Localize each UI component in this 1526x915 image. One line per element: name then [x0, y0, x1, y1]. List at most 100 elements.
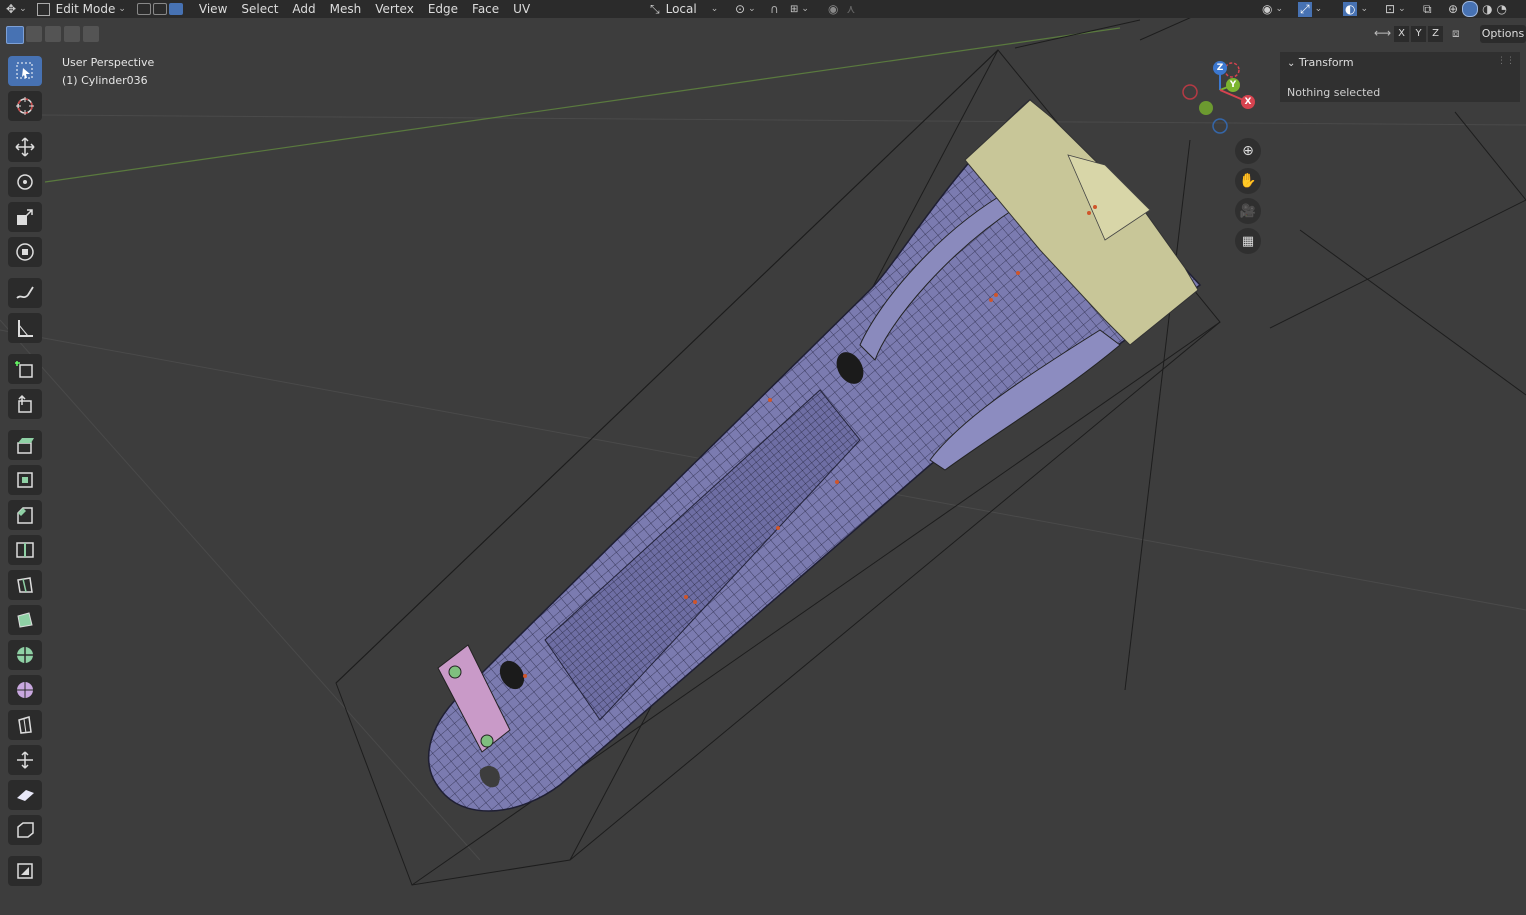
shear-icon: [17, 790, 34, 801]
poly-build-tool[interactable]: [8, 605, 42, 635]
select-difference-button[interactable]: [64, 26, 80, 42]
magnet-icon: ∩: [770, 2, 779, 16]
snap-toggle[interactable]: ∩: [770, 0, 779, 18]
pan-button[interactable]: ✋: [1235, 168, 1261, 194]
transform-tool[interactable]: [8, 237, 42, 267]
xray-icon: ⧉: [1423, 1, 1432, 16]
shading-buttons: ⊕ ◑ ◔: [1446, 0, 1509, 18]
rotate-tool[interactable]: [8, 167, 42, 197]
extrude-region-tool[interactable]: [8, 430, 42, 460]
move-icon: [15, 137, 35, 157]
visibility-dropdown[interactable]: ◉ ⌄: [1262, 0, 1283, 18]
face-select-icon[interactable]: [168, 3, 183, 15]
gizmo-x-label[interactable]: X: [1241, 95, 1255, 109]
rip-region-icon: [17, 822, 34, 838]
loop-cut-tool[interactable]: [8, 535, 42, 565]
snap-target-dropdown[interactable]: ⊞ ⌄: [790, 0, 809, 18]
edge-select-icon[interactable]: [152, 3, 167, 15]
overlay-toggle[interactable]: ◐ ⌄: [1343, 0, 1368, 18]
shear-tool[interactable]: [8, 780, 42, 810]
add-object-tool[interactable]: [8, 856, 42, 886]
knife-tool[interactable]: [8, 570, 42, 600]
select-subtract-button[interactable]: [45, 26, 61, 42]
select-box-tool[interactable]: [8, 56, 42, 86]
select-mode-buttons: [136, 0, 184, 18]
chevron-down-icon: ⌄: [1275, 4, 1284, 14]
knife-icon: [17, 577, 33, 593]
scale-icon: [17, 209, 33, 225]
camera-view-button[interactable]: 🎥: [1235, 198, 1261, 224]
extrude-manifold-icon: [18, 394, 32, 413]
menu-face[interactable]: Face: [465, 0, 506, 18]
gizmo-icon: ⤢: [1298, 1, 1312, 17]
wireframe-shading-icon[interactable]: ⊕: [1448, 2, 1458, 16]
add-cube-tool[interactable]: [8, 354, 42, 384]
mirror-icon[interactable]: ⟷: [1374, 26, 1391, 42]
options-dropdown[interactable]: Options: [1480, 25, 1526, 43]
ortho-toggle-button[interactable]: ▦: [1235, 228, 1261, 254]
gizmo-toggle[interactable]: ⤢ ⌄: [1298, 0, 1322, 18]
axis-y-button[interactable]: Y: [1411, 26, 1426, 42]
loop-cut-icon: [16, 542, 34, 558]
rip-region-tool[interactable]: [8, 815, 42, 845]
orientation-icon: ⤡: [650, 1, 660, 16]
menu-edge[interactable]: Edge: [421, 0, 465, 18]
extrude-manifold-tool[interactable]: [8, 389, 42, 419]
select-extend-button[interactable]: [26, 26, 42, 42]
proportional-edit-toggle[interactable]: ◉ ⋏: [828, 0, 855, 18]
menu-mesh[interactable]: Mesh: [323, 0, 369, 18]
annotate-tool[interactable]: [8, 278, 42, 308]
select-intersect-button[interactable]: [83, 26, 99, 42]
zoom-icon: ⊕: [1242, 143, 1254, 159]
chevron-down-icon: ⌄: [1287, 58, 1296, 69]
editor-type-icon: ✥: [6, 2, 17, 16]
menu-select[interactable]: Select: [234, 0, 285, 18]
xray-toggle[interactable]: ⧉: [1423, 0, 1432, 18]
material-shading-icon[interactable]: ◑: [1482, 2, 1492, 16]
menu-view[interactable]: View: [192, 0, 234, 18]
auto-merge-icon[interactable]: ⧈: [1452, 26, 1468, 42]
axis-z-button[interactable]: Z: [1428, 26, 1443, 42]
rendered-shading-icon[interactable]: ◔: [1497, 2, 1507, 16]
mode-selector[interactable]: Edit Mode ⌄: [33, 0, 132, 18]
vertex-select-icon[interactable]: [136, 3, 151, 15]
view-perspective-label: User Perspective: [62, 56, 155, 69]
menu-vertex[interactable]: Vertex: [368, 0, 421, 18]
measure-tool[interactable]: [8, 313, 42, 343]
camera-icon: 🎥: [1239, 203, 1257, 219]
shrink-fatten-tool[interactable]: [8, 745, 42, 775]
gizmo-z-label[interactable]: Z: [1213, 61, 1227, 75]
zoom-button[interactable]: ⊕: [1235, 138, 1261, 164]
solid-shading-icon[interactable]: [1462, 1, 1479, 17]
transform-orientation-dropdown[interactable]: ⤡ Local ⌄: [650, 0, 718, 18]
extrude-region-icon: [17, 438, 34, 454]
orientation-label: Local: [665, 2, 697, 16]
overlay-icon: ◐: [1343, 2, 1358, 16]
header-bar: ✥ ⌄ Edit Mode ⌄ View Select Add Mesh Vert…: [0, 0, 1526, 18]
3d-viewport[interactable]: [0, 0, 1526, 915]
edit-mode-icon: [36, 2, 50, 16]
bevel-tool[interactable]: [8, 500, 42, 530]
editor-type-menu[interactable]: ✥ ⌄: [0, 0, 33, 18]
transform-panel-title: Transform: [1298, 56, 1354, 69]
pivot-icon: ⊙: [735, 2, 746, 16]
gizmo-y-label[interactable]: Y: [1226, 78, 1240, 92]
scale-tool[interactable]: [8, 202, 42, 232]
edge-slide-tool[interactable]: [8, 710, 42, 740]
measure-icon: [18, 320, 33, 337]
mesh-overlay-toggle[interactable]: ⊡ ⌄: [1385, 0, 1406, 18]
select-new-button[interactable]: [6, 26, 24, 44]
move-tool[interactable]: [8, 132, 42, 162]
menu-uv[interactable]: UV: [506, 0, 537, 18]
transform-panel-header[interactable]: ⌄ Transform: [1287, 56, 1354, 69]
cursor-tool[interactable]: [8, 91, 42, 121]
inset-faces-tool[interactable]: [8, 465, 42, 495]
inset-faces-icon: [17, 472, 33, 488]
pivot-dropdown[interactable]: ⊙ ⌄: [735, 0, 756, 18]
smooth-tool[interactable]: [8, 675, 42, 705]
bevel-icon: [17, 507, 33, 524]
spin-tool[interactable]: [8, 640, 42, 670]
panel-drag-handle-icon[interactable]: ⋮⋮: [1497, 56, 1515, 66]
axis-x-button[interactable]: X: [1394, 26, 1409, 42]
menu-add[interactable]: Add: [285, 0, 322, 18]
